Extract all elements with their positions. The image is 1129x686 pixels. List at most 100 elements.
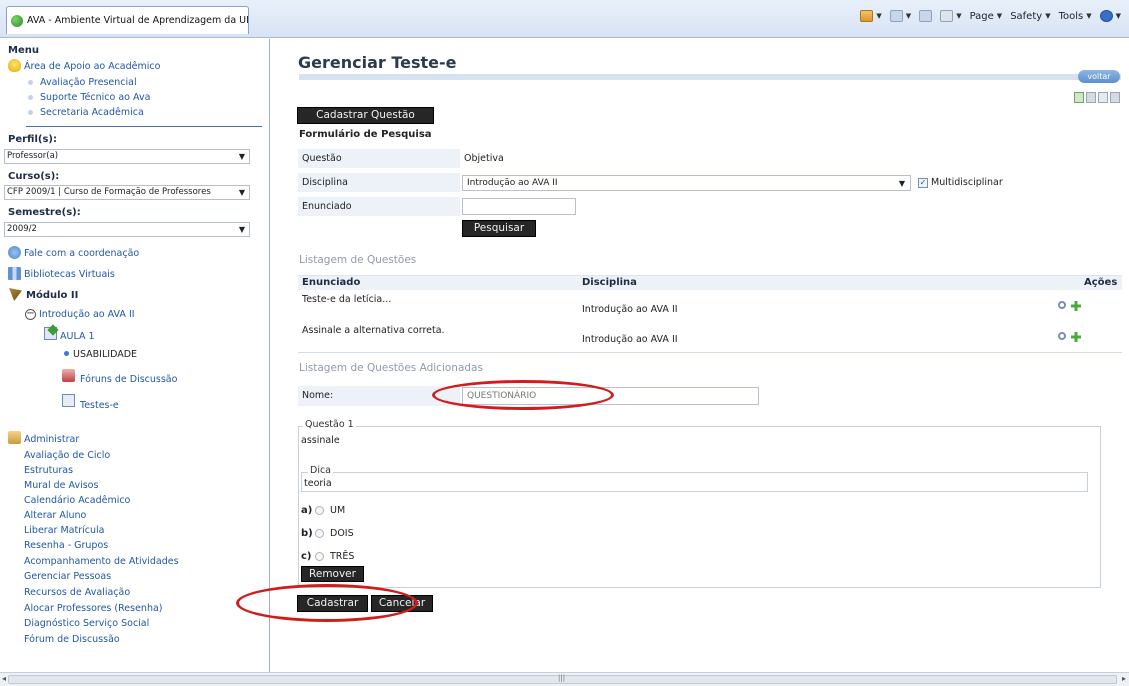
new-icon[interactable] [1074,92,1084,103]
sidebar-item-admin[interactable]: Diagnóstico Serviço Social [24,618,149,629]
books-icon [8,267,21,280]
sidebar-item-admin[interactable]: Gerenciar Pessoas [24,571,111,582]
semestre-value: 2009/2 [7,224,37,234]
home-button[interactable]: ▼ [860,10,882,22]
table-header: Enunciado Disciplina Ações [298,275,1122,290]
tab-title: AVA - Ambiente Virtual de Aprendizagem d… [27,15,249,26]
sidebar-item-admin[interactable]: Avaliação de Ciclo [24,450,110,461]
questao-value: Objetiva [464,153,504,164]
admin-icon [8,431,21,444]
ie-favicon-icon [11,14,23,27]
chevron-down-icon: ▼ [996,12,1003,20]
curso-select[interactable]: CFP 2009/1 | Curso de Formação de Profes… [4,185,250,200]
feeds-button[interactable]: ▼ [889,10,911,22]
pesquisar-button[interactable]: Pesquisar [462,220,536,237]
nome-input[interactable]: QUESTIONÁRIO [462,387,759,405]
row-enunciado: Assinale a alternativa correta. [302,325,445,336]
chevron-down-icon: ▼ [1086,12,1092,20]
disciplina-select[interactable]: Introdução ao AVA II ▼ [462,175,911,191]
sidebar-item-admin[interactable]: Liberar Matrícula [24,525,104,536]
lightbulb-icon [8,59,21,72]
safety-menu-label: Safety [1010,10,1043,22]
option-letter: b) [301,528,313,539]
sidebar-item-aula-1[interactable]: AULA 1 [60,331,95,342]
chevron-down-icon: ▼ [238,225,245,234]
sidebar-item-foruns[interactable]: Fóruns de Discussão [80,374,177,385]
row-enunciado: Teste-e da letícia... [302,294,392,305]
bullet-icon [28,80,33,85]
edit-icon[interactable] [1086,92,1096,103]
copy-icon[interactable] [1110,92,1120,103]
sidebar-item-testes[interactable]: Testes-e [80,400,119,411]
delete-icon[interactable] [1098,92,1108,103]
dica-text: teoria [304,478,332,489]
main-content: Gerenciar Teste-e voltar Cadastrar Quest… [272,39,1129,672]
multidisciplinar-checkbox[interactable]: ✓ [918,178,928,188]
cadastrar-questao-button[interactable]: Cadastrar Questão [297,107,434,124]
horizontal-scrollbar[interactable]: ◂ ||| ▸ [0,672,1129,686]
option-text: TRÊS [330,551,355,562]
sidebar: Menu Área de Apoio ao Acadêmico Avaliaçã… [0,39,270,672]
browser-tab[interactable]: AVA - Ambiente Virtual de Aprendizagem d… [6,6,249,34]
row-disciplina: Introdução ao AVA II [582,304,678,315]
add-icon[interactable] [1071,301,1081,311]
voltar-button[interactable]: voltar [1078,70,1120,83]
print-icon [940,10,954,22]
option-radio[interactable] [315,529,324,538]
sidebar-item-avaliacao-presencial[interactable]: Avaliação Presencial [40,77,137,88]
sidebar-item-administrar[interactable]: Administrar [24,434,79,445]
sidebar-item-admin[interactable]: Fórum de Discussão [24,634,120,645]
col-acoes: Ações [1084,277,1118,288]
sidebar-item-usabilidade[interactable]: USABILIDADE [73,349,137,360]
sidebar-item-bibliotecas[interactable]: Bibliotecas Virtuais [24,269,115,280]
cancelar-button[interactable]: Cancelar [371,595,433,612]
lesson-icon [44,327,57,340]
view-icon[interactable] [1058,301,1066,309]
sidebar-item-admin[interactable]: Alterar Aluno [24,510,86,521]
mail-button[interactable] [919,10,933,22]
sidebar-item-disciplina[interactable]: Introdução ao AVA II [39,309,135,320]
semestre-select[interactable]: 2009/2 ▼ [4,222,250,237]
perfil-value: Professor(a) [7,151,59,161]
sidebar-item-admin[interactable]: Calendário Acadêmico [24,495,130,506]
remover-button[interactable]: Remover [301,566,364,582]
option-radio[interactable] [315,552,324,561]
tools-menu[interactable]: Tools ▼ [1059,11,1092,22]
option-letter: c) [301,551,312,562]
sidebar-item-admin[interactable]: Resenha - Grupos [24,540,108,551]
sidebar-item-fale-coordenacao[interactable]: Fale com a coordenação [24,248,139,259]
scroll-left-icon[interactable]: ◂ [2,674,6,683]
print-button[interactable]: ▼ [940,10,962,22]
safety-menu[interactable]: Safety ▼ [1010,11,1050,22]
nome-label: Nome: [298,386,460,406]
home-icon [860,10,874,22]
sidebar-divider [26,126,262,127]
menu-title: Menu [8,45,39,56]
page-menu[interactable]: Page ▼ [970,11,1003,22]
toolbar-icons [1074,92,1120,103]
sidebar-item-suporte-tecnico[interactable]: Suporte Técnico ao Ava [40,92,150,103]
sidebar-item-admin[interactable]: Estruturas [24,465,73,476]
questao-1-legend: Questão 1 [303,419,356,430]
forum-icon [62,369,75,382]
help-button[interactable]: ▼ [1099,10,1121,22]
sidebar-item-apoio[interactable]: Área de Apoio ao Acadêmico [24,61,160,72]
option-radio[interactable] [315,506,324,515]
form-title: Formulário de Pesquisa [299,129,432,140]
add-icon[interactable] [1071,332,1081,342]
multidisciplinar-label: Multidisciplinar [931,177,1003,188]
option-letter: a) [301,505,313,516]
scroll-right-icon[interactable]: ▸ [1122,674,1126,683]
cadastrar-button[interactable]: Cadastrar [297,595,368,612]
feeds-icon [889,10,903,22]
sidebar-item-admin[interactable]: Mural de Avisos [24,480,98,491]
title-underline [299,74,1121,80]
sidebar-item-admin[interactable]: Alocar Professores (Resenha) [24,603,163,614]
enunciado-input[interactable] [462,198,576,215]
sidebar-item-admin[interactable]: Acompanhamento de Atividades [24,556,179,567]
perfil-select[interactable]: Professor(a) ▼ [4,149,250,164]
sidebar-item-secretaria[interactable]: Secretaria Acadêmica [40,107,144,118]
sidebar-item-admin[interactable]: Recursos de Avaliação [24,587,130,598]
collapse-icon[interactable]: − [25,309,36,320]
view-icon[interactable] [1058,332,1066,340]
